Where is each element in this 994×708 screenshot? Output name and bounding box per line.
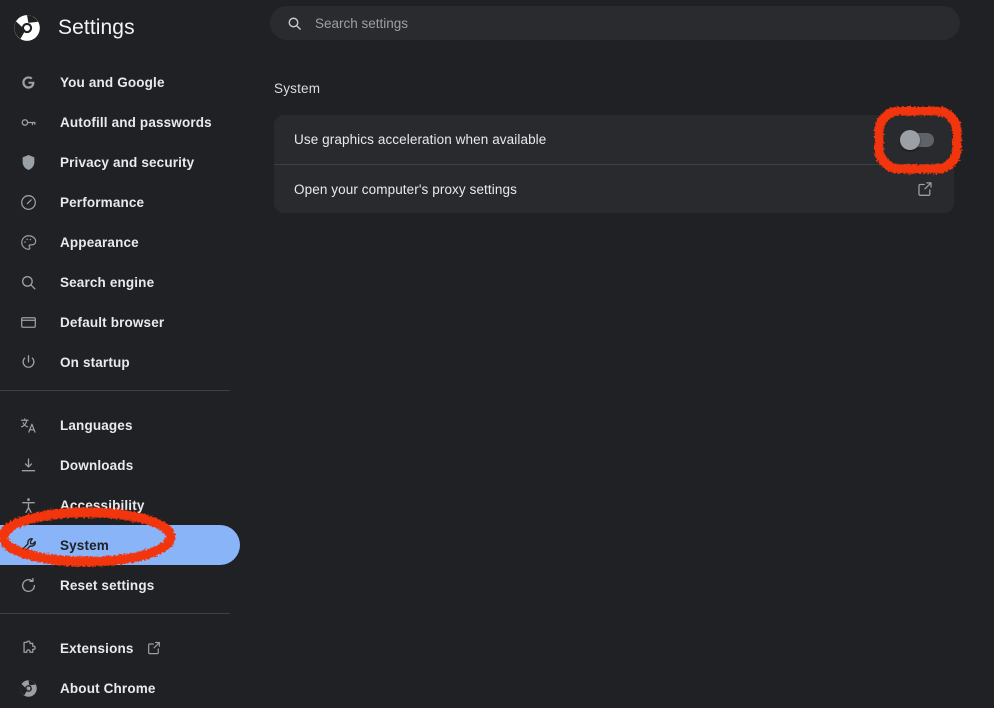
chrome-logo-icon [12, 13, 42, 43]
sidebar-item-about-chrome[interactable]: About Chrome [0, 668, 240, 708]
sidebar-item-label: Downloads [60, 457, 134, 473]
restore-icon [18, 575, 38, 595]
sidebar-item-search-engine[interactable]: Search engine [0, 262, 240, 302]
sidebar-item-label: Appearance [60, 234, 139, 250]
accessibility-icon [18, 495, 38, 515]
sidebar-item-label: Accessibility [60, 497, 145, 513]
sidebar-divider-2 [0, 613, 230, 614]
key-icon [18, 112, 38, 132]
palette-icon [18, 232, 38, 252]
sidebar-group-secondary: Languages Downloads Accessibility System… [0, 399, 246, 605]
power-icon [18, 352, 38, 372]
section-heading-system: System [274, 81, 321, 96]
sidebar-item-default-browser[interactable]: Default browser [0, 302, 240, 342]
row-label: Open your computer's proxy settings [294, 181, 517, 197]
sidebar-group-primary: You and Google Autofill and passwords Pr… [0, 56, 246, 382]
sidebar-item-label: Languages [60, 417, 133, 433]
system-settings-card: Use graphics acceleration when available… [274, 115, 954, 213]
page-title: Settings [58, 16, 135, 39]
sidebar-item-label: Search engine [60, 274, 155, 290]
sidebar-item-you-and-google[interactable]: You and Google [0, 62, 240, 102]
toggle-knob [900, 129, 920, 150]
sidebar-item-label: About Chrome [60, 680, 156, 696]
search-input[interactable] [315, 15, 944, 31]
sidebar-item-accessibility[interactable]: Accessibility [0, 485, 240, 525]
row-label: Use graphics acceleration when available [294, 132, 547, 147]
sidebar-item-label: Extensions [60, 640, 134, 656]
chrome-logo-icon [18, 678, 38, 698]
shield-icon [18, 152, 38, 172]
sidebar-item-performance[interactable]: Performance [0, 182, 240, 222]
google-g-icon [18, 72, 38, 92]
sidebar-item-system[interactable]: System [0, 525, 240, 565]
settings-main-content: System Use graphics acceleration when av… [246, 0, 994, 697]
sidebar-item-languages[interactable]: Languages [0, 405, 240, 445]
sidebar-item-label: Autofill and passwords [60, 114, 212, 130]
browser-window-icon [18, 312, 38, 332]
sidebar-item-label: Privacy and security [60, 154, 195, 170]
sidebar-item-label: On startup [60, 354, 130, 370]
translate-icon [18, 415, 38, 435]
search-settings-bar[interactable] [270, 6, 960, 40]
sidebar-item-on-startup[interactable]: On startup [0, 342, 240, 382]
sidebar-brand-header: Settings [0, 0, 246, 56]
row-proxy-settings[interactable]: Open your computer's proxy settings [274, 164, 954, 213]
download-icon [18, 455, 38, 475]
sidebar-item-downloads[interactable]: Downloads [0, 445, 240, 485]
sidebar-item-label: Performance [60, 194, 145, 210]
speedometer-icon [18, 192, 38, 212]
external-link-icon [146, 640, 162, 656]
sidebar-group-tertiary: Extensions About Chrome [0, 622, 246, 708]
sidebar-item-label: You and Google [60, 74, 165, 90]
wrench-icon [18, 535, 38, 555]
external-link-icon[interactable] [916, 180, 934, 198]
sidebar-divider-1 [0, 390, 230, 391]
sidebar-item-label: Reset settings [60, 577, 155, 593]
sidebar-item-label: Default browser [60, 314, 165, 330]
puzzle-piece-icon [18, 638, 38, 658]
row-graphics-acceleration[interactable]: Use graphics acceleration when available [274, 115, 954, 164]
sidebar-item-extensions[interactable]: Extensions [0, 628, 240, 668]
graphics-acceleration-toggle[interactable] [900, 129, 934, 150]
search-icon [18, 272, 38, 292]
sidebar-item-reset-settings[interactable]: Reset settings [0, 565, 240, 605]
search-icon [286, 15, 303, 32]
sidebar-item-autofill-and-passwords[interactable]: Autofill and passwords [0, 102, 240, 142]
settings-sidebar: Settings You and Google Autofill and pas… [0, 0, 246, 697]
sidebar-item-appearance[interactable]: Appearance [0, 222, 240, 262]
sidebar-item-privacy-and-security[interactable]: Privacy and security [0, 142, 240, 182]
sidebar-item-label: System [60, 537, 109, 553]
